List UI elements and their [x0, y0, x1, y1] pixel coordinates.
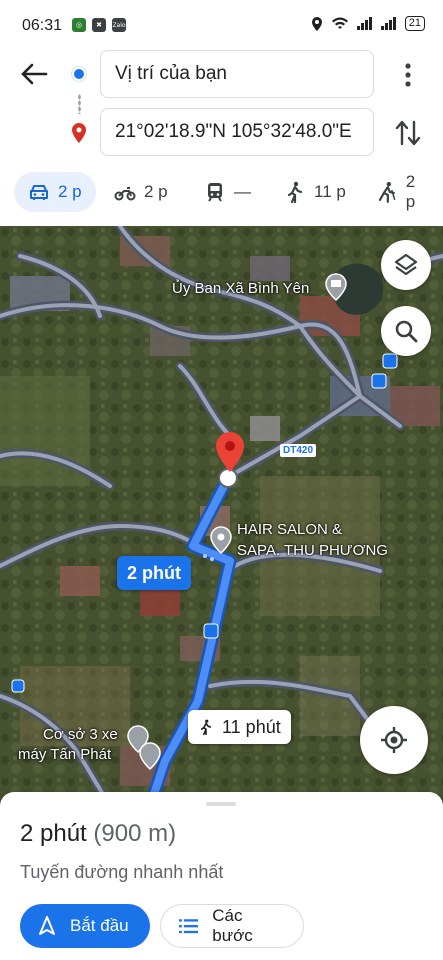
back-arrow-icon[interactable] — [20, 62, 48, 86]
poi-label-shop-line2[interactable]: máy Tấn Phát — [18, 746, 111, 763]
origin-dot-icon — [72, 67, 86, 81]
route-distance: (900 m) — [93, 820, 177, 847]
origin-field[interactable]: Vị trí của bạn — [100, 50, 374, 98]
route-description: Tuyến đường nhanh nhất — [20, 862, 224, 882]
signal-icon — [356, 17, 372, 30]
tab-transit[interactable]: — — [190, 172, 265, 212]
ride-icon — [378, 181, 396, 203]
wifi-icon — [331, 17, 348, 29]
map-layers-button[interactable] — [381, 240, 431, 290]
directions-header: Vị trí của bạn 21°02'18.9"N 105°32'48.0"… — [0, 50, 443, 226]
car-icon — [30, 185, 48, 200]
steps-button[interactable]: Các bước — [160, 904, 304, 948]
walk-icon — [287, 181, 303, 203]
start-button-label: Bắt đầu — [70, 916, 129, 935]
list-icon — [179, 919, 199, 934]
walk-icon — [200, 719, 212, 736]
app-notification-icon: ◎ — [72, 18, 86, 32]
map-view[interactable]: Ủy Ban Xã Bình Yên DT420 HAIR SALON & SA… — [0, 226, 443, 806]
navigation-arrow-icon — [39, 916, 55, 935]
tab-drive[interactable]: 2 p — [14, 172, 96, 212]
signal-icon — [380, 17, 396, 30]
walk-time-label: 11 phút — [222, 717, 281, 737]
motorbike-icon — [114, 187, 136, 201]
status-bar: 06:31 ◎ ✖ Zalo 21 — [0, 0, 443, 50]
zalo-icon: Zalo — [112, 18, 126, 32]
my-location-icon — [381, 727, 407, 753]
poi-label-ubnd[interactable]: Ủy Ban Xã Bình Yên — [172, 280, 309, 297]
poi-label-salon-line2[interactable]: SAPA. THU PHƯƠNG — [237, 542, 388, 559]
tab-ride[interactable]: 2 p — [362, 172, 443, 212]
road-number-badge: DT420 — [280, 444, 317, 457]
tab-walk[interactable]: 11 p — [270, 172, 360, 212]
route-connector — [78, 94, 81, 114]
search-icon — [395, 320, 418, 343]
destination-pin-icon — [72, 123, 86, 143]
route-summary: 2 phút (900 m) — [20, 820, 176, 848]
destination-field[interactable]: 21°02'18.9"N 105°32'48.0"E — [100, 108, 374, 156]
location-status-icon — [311, 16, 322, 31]
transit-icon — [208, 183, 222, 202]
app-notification-icon: ✖ — [92, 18, 106, 32]
route-summary-sheet[interactable]: 2 phút (900 m) Tuyến đường nhanh nhất Bắ… — [0, 792, 443, 960]
walk-time-callout[interactable]: 11 phút — [188, 710, 291, 744]
tab-ride-label: 2 p — [405, 172, 416, 211]
steps-button-label: Các bước — [212, 906, 253, 945]
poi-label-salon-line1[interactable]: HAIR SALON & — [237, 521, 342, 538]
route-time: 2 phút — [20, 820, 87, 847]
tab-walk-label: 11 p — [314, 182, 346, 201]
battery-indicator: 21 — [404, 16, 425, 31]
travel-mode-tabs: 2 p 2 p — 11 p 2 p — [0, 172, 443, 212]
tab-transit-label: — — [234, 182, 251, 201]
drive-time-callout[interactable]: 2 phút — [117, 556, 191, 590]
tab-motorbike-label: 2 p — [144, 182, 168, 201]
sheet-drag-handle[interactable] — [206, 802, 236, 806]
map-search-button[interactable] — [381, 306, 431, 356]
swap-direction-icon[interactable] — [394, 118, 422, 148]
start-navigation-button[interactable]: Bắt đầu — [20, 904, 150, 948]
tab-drive-label: 2 p — [58, 182, 82, 201]
my-location-button[interactable] — [360, 706, 428, 774]
tab-motorbike[interactable]: 2 p — [100, 172, 182, 212]
layers-icon — [394, 253, 418, 276]
poi-label-shop-line1[interactable]: Cơ sở 3 xe — [43, 726, 118, 743]
drive-time-label: 2 phút — [127, 563, 181, 583]
status-time: 06:31 — [22, 17, 63, 34]
notification-icons: ◎ ✖ Zalo — [72, 18, 126, 32]
status-indicators: 21 — [311, 16, 425, 31]
more-options-icon[interactable] — [398, 62, 418, 88]
